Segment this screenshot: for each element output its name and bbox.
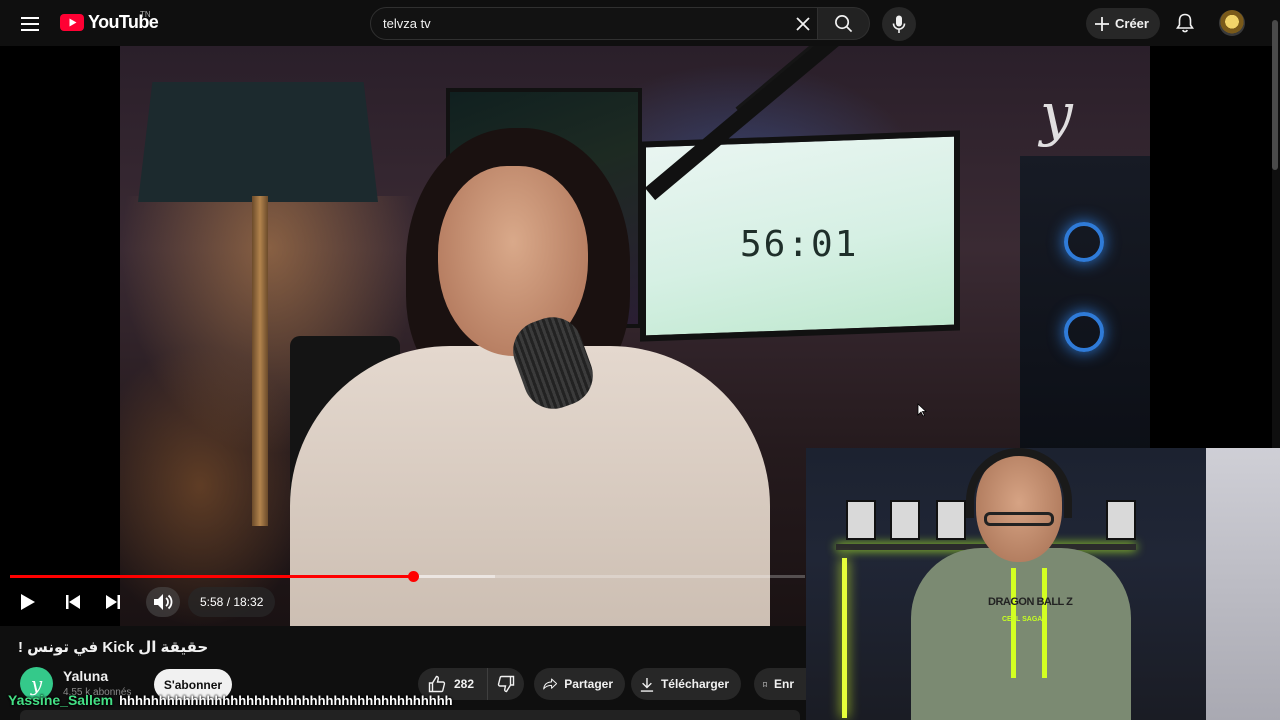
search-input[interactable] — [383, 8, 783, 39]
hoodie-string — [1011, 568, 1016, 678]
chat-username: Yassine_Sallem — [8, 692, 114, 708]
time-display: 5:58 / 18:32 — [188, 587, 276, 617]
chat-message-text: hhhhhhhhhhhhhhhhhhhhhhhhhhhhhhhhhhhhhhhh… — [119, 693, 453, 708]
download-icon — [640, 677, 654, 692]
share-button[interactable]: Partager — [534, 668, 625, 700]
previous-button[interactable] — [58, 586, 88, 618]
share-label: Partager — [564, 677, 613, 691]
monitor-timer: 56:01 — [740, 224, 859, 265]
search-icon — [835, 15, 853, 33]
close-icon — [796, 17, 810, 31]
save-button[interactable]: Enr — [754, 668, 806, 700]
headset — [966, 448, 1072, 518]
skip-next-icon — [106, 595, 120, 609]
create-button[interactable]: Créer — [1086, 8, 1160, 39]
bell-icon — [1176, 13, 1194, 33]
pc-case — [1020, 156, 1150, 456]
collectible-box — [1106, 500, 1136, 540]
hoodie-logo: DRAGON BALL Z — [988, 596, 1073, 608]
dislike-button[interactable] — [488, 668, 524, 700]
time-text: 5:58 / 18:32 — [200, 595, 264, 609]
collectible-box — [846, 500, 876, 540]
voice-search-button[interactable] — [882, 7, 916, 41]
bookmark-icon — [763, 681, 767, 687]
save-label: Enr — [773, 677, 794, 691]
clear-search-button[interactable] — [791, 12, 815, 36]
chat-overlay-message: Yassine_Sallem hhhhhhhhhhhhhhhhhhhhhhhhhh… — [8, 692, 453, 708]
play-button[interactable] — [12, 586, 44, 618]
next-button[interactable] — [98, 586, 128, 618]
video-title: حقيقة ال Kick في تونس ! — [18, 639, 209, 656]
region-code: TN — [140, 10, 151, 19]
streamer-webcam-overlay: DRAGON BALL Z CELL SAGA — [806, 448, 1280, 720]
fan-light — [1064, 222, 1104, 262]
microphone-icon — [892, 15, 906, 33]
youtube-play-icon — [60, 14, 84, 31]
search-box — [370, 7, 818, 40]
streamer-hoodie — [911, 548, 1131, 720]
notifications-button[interactable] — [1170, 8, 1200, 38]
fan-light — [1064, 312, 1104, 352]
volume-icon — [154, 594, 173, 610]
collectible-box — [890, 500, 920, 540]
play-icon — [21, 594, 35, 610]
search-button[interactable] — [818, 7, 870, 40]
description-box-edge[interactable] — [20, 710, 800, 720]
lamp-pole — [252, 196, 268, 526]
thumbs-down-icon — [497, 675, 515, 693]
account-avatar[interactable] — [1219, 10, 1245, 36]
hoodie-sub-logo: CELL SAGA — [1002, 616, 1043, 623]
mouse-cursor-icon — [917, 403, 927, 417]
channel-name[interactable]: Yaluna — [63, 668, 108, 684]
hoodie-string — [1042, 568, 1047, 678]
wall-poster — [1206, 448, 1280, 720]
skip-previous-icon — [66, 595, 80, 609]
share-icon — [543, 678, 558, 690]
create-label: Créer — [1115, 16, 1149, 31]
page-scrollbar[interactable] — [1272, 20, 1278, 170]
led-strip — [842, 558, 847, 718]
like-count: 282 — [454, 677, 475, 691]
menu-button[interactable] — [14, 8, 46, 40]
plus-icon — [1095, 16, 1109, 31]
thumbs-up-icon — [428, 675, 446, 693]
lamp-shade — [138, 82, 378, 202]
collectible-box — [936, 500, 966, 540]
progress-played — [10, 575, 414, 578]
volume-button[interactable] — [146, 587, 180, 617]
top-bar: YouTube TN Créer — [0, 0, 1280, 46]
channel-watermark[interactable]: y — [1040, 80, 1073, 148]
download-label: Télécharger — [660, 677, 729, 691]
download-button[interactable]: Télécharger — [631, 668, 741, 700]
hamburger-icon — [21, 17, 39, 31]
